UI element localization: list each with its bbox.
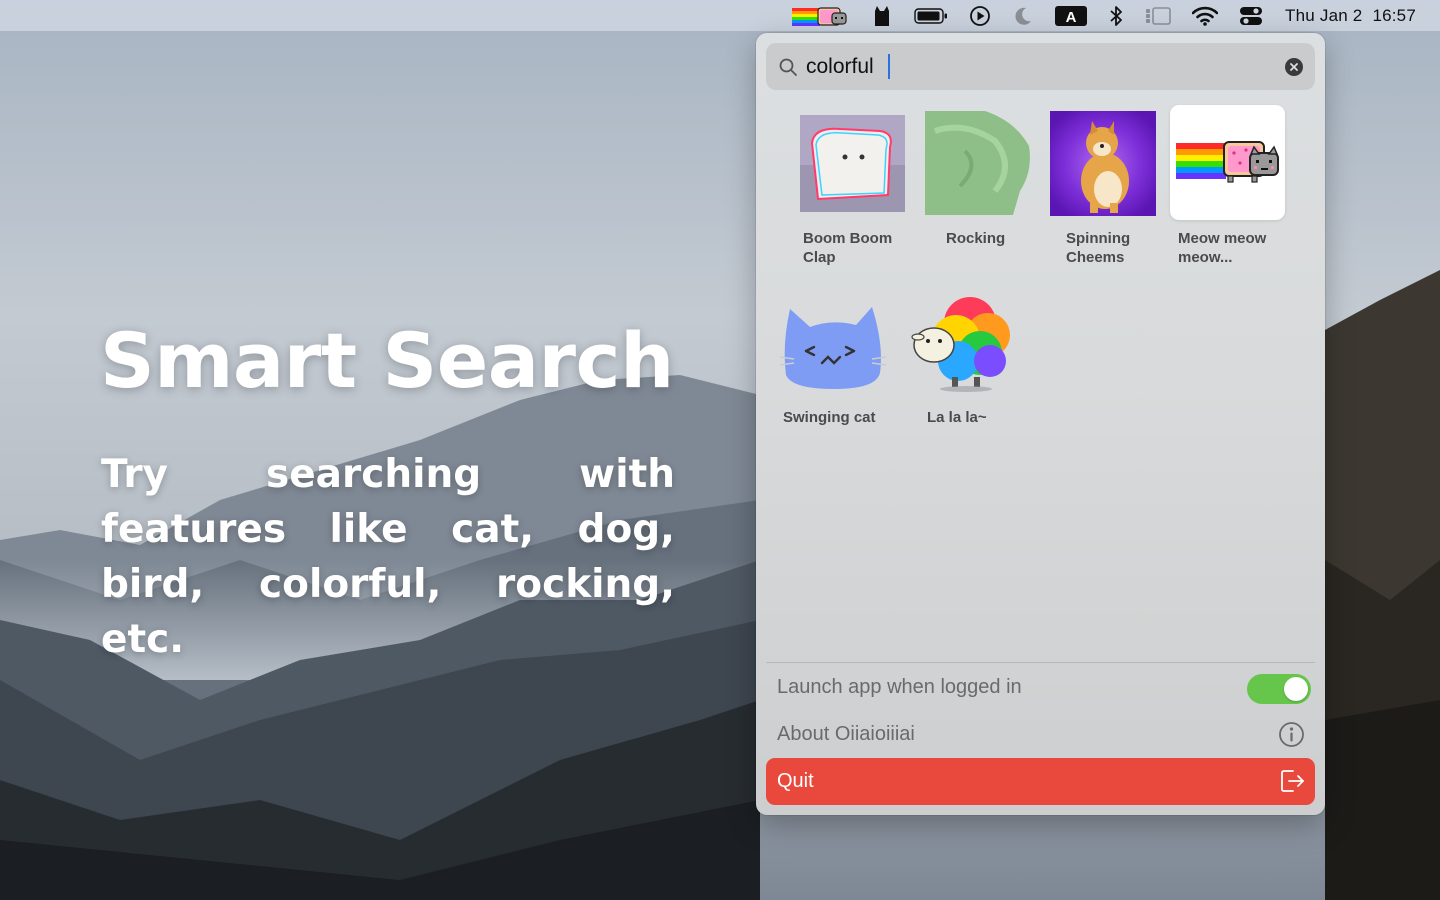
menu-bar-date: Thu Jan 2	[1285, 5, 1363, 25]
control-center-icon[interactable]	[1239, 0, 1263, 31]
result-label: La la la~	[927, 409, 987, 426]
info-icon	[1279, 722, 1304, 747]
promo-title: Smart Search	[100, 316, 674, 405]
exit-icon	[1281, 770, 1304, 792]
app-popover: Boom Boom Clap Rocking	[756, 33, 1325, 815]
spinning-cheems-thumbnail	[1050, 111, 1156, 216]
search-icon	[779, 58, 797, 76]
result-item-spinning-cheems[interactable]: Spinning Cheems	[1046, 111, 1166, 271]
wifi-icon[interactable]	[1192, 0, 1219, 31]
result-label: Spinning Cheems	[1066, 230, 1131, 266]
toggle-knob	[1284, 677, 1308, 701]
menu-bar-clock[interactable]: Thu Jan 2 16:57	[1285, 6, 1416, 26]
result-item-la-la-la[interactable]: La la la~	[908, 291, 1028, 431]
divider	[766, 662, 1315, 663]
result-item-swinging-cat[interactable]: Swinging cat	[778, 291, 908, 431]
rocking-thumbnail	[925, 111, 1030, 215]
clear-search-button[interactable]	[1285, 58, 1303, 76]
about-label: About Oiiaioiiiai	[777, 722, 915, 745]
menu-bar: A Thu Jan 2 16:57	[0, 0, 1440, 31]
launch-at-login-row: Launch app when logged in	[766, 665, 1315, 709]
nyan-cat-icon[interactable]	[792, 0, 850, 31]
cat-silhouette-icon[interactable]	[871, 0, 893, 31]
search-input[interactable]	[806, 51, 1276, 82]
promo-description: Try searching with features like cat, do…	[101, 452, 675, 662]
boom-boom-clap-thumbnail	[800, 115, 905, 212]
about-row[interactable]: About Oiiaioiiiai	[766, 712, 1315, 756]
quit-button[interactable]: Quit	[766, 758, 1315, 805]
menu-bar-time: 16:57	[1372, 5, 1416, 25]
result-label: Swinging cat	[783, 409, 876, 426]
rainbow-sheep-thumbnail	[911, 297, 1010, 392]
stage-manager-icon[interactable]	[1145, 0, 1171, 31]
input-source-icon[interactable]: A	[1055, 0, 1088, 31]
result-label: Boom Boom Clap	[803, 230, 893, 266]
result-label: Meow meow meow...	[1178, 230, 1267, 266]
input-source-letter: A	[1066, 9, 1077, 26]
search-field[interactable]	[766, 43, 1315, 90]
bluetooth-icon[interactable]	[1108, 0, 1124, 31]
text-caret	[888, 54, 890, 79]
swinging-cat-thumbnail	[780, 307, 886, 389]
quit-label: Quit	[777, 770, 814, 792]
launch-at-login-label: Launch app when logged in	[777, 675, 1022, 698]
launch-at-login-toggle[interactable]	[1247, 674, 1311, 704]
nyan-cat-thumbnail	[1176, 141, 1279, 183]
result-item-meow-meow-meow[interactable]: Meow meow meow...	[1170, 105, 1288, 271]
battery-icon[interactable]	[914, 0, 948, 31]
clear-icon	[1290, 63, 1298, 71]
play-circle-icon[interactable]	[969, 0, 991, 31]
result-item-rocking[interactable]: Rocking	[921, 111, 1041, 271]
result-item-boom-boom-clap[interactable]: Boom Boom Clap	[796, 111, 916, 271]
moon-icon[interactable]	[1012, 0, 1034, 31]
